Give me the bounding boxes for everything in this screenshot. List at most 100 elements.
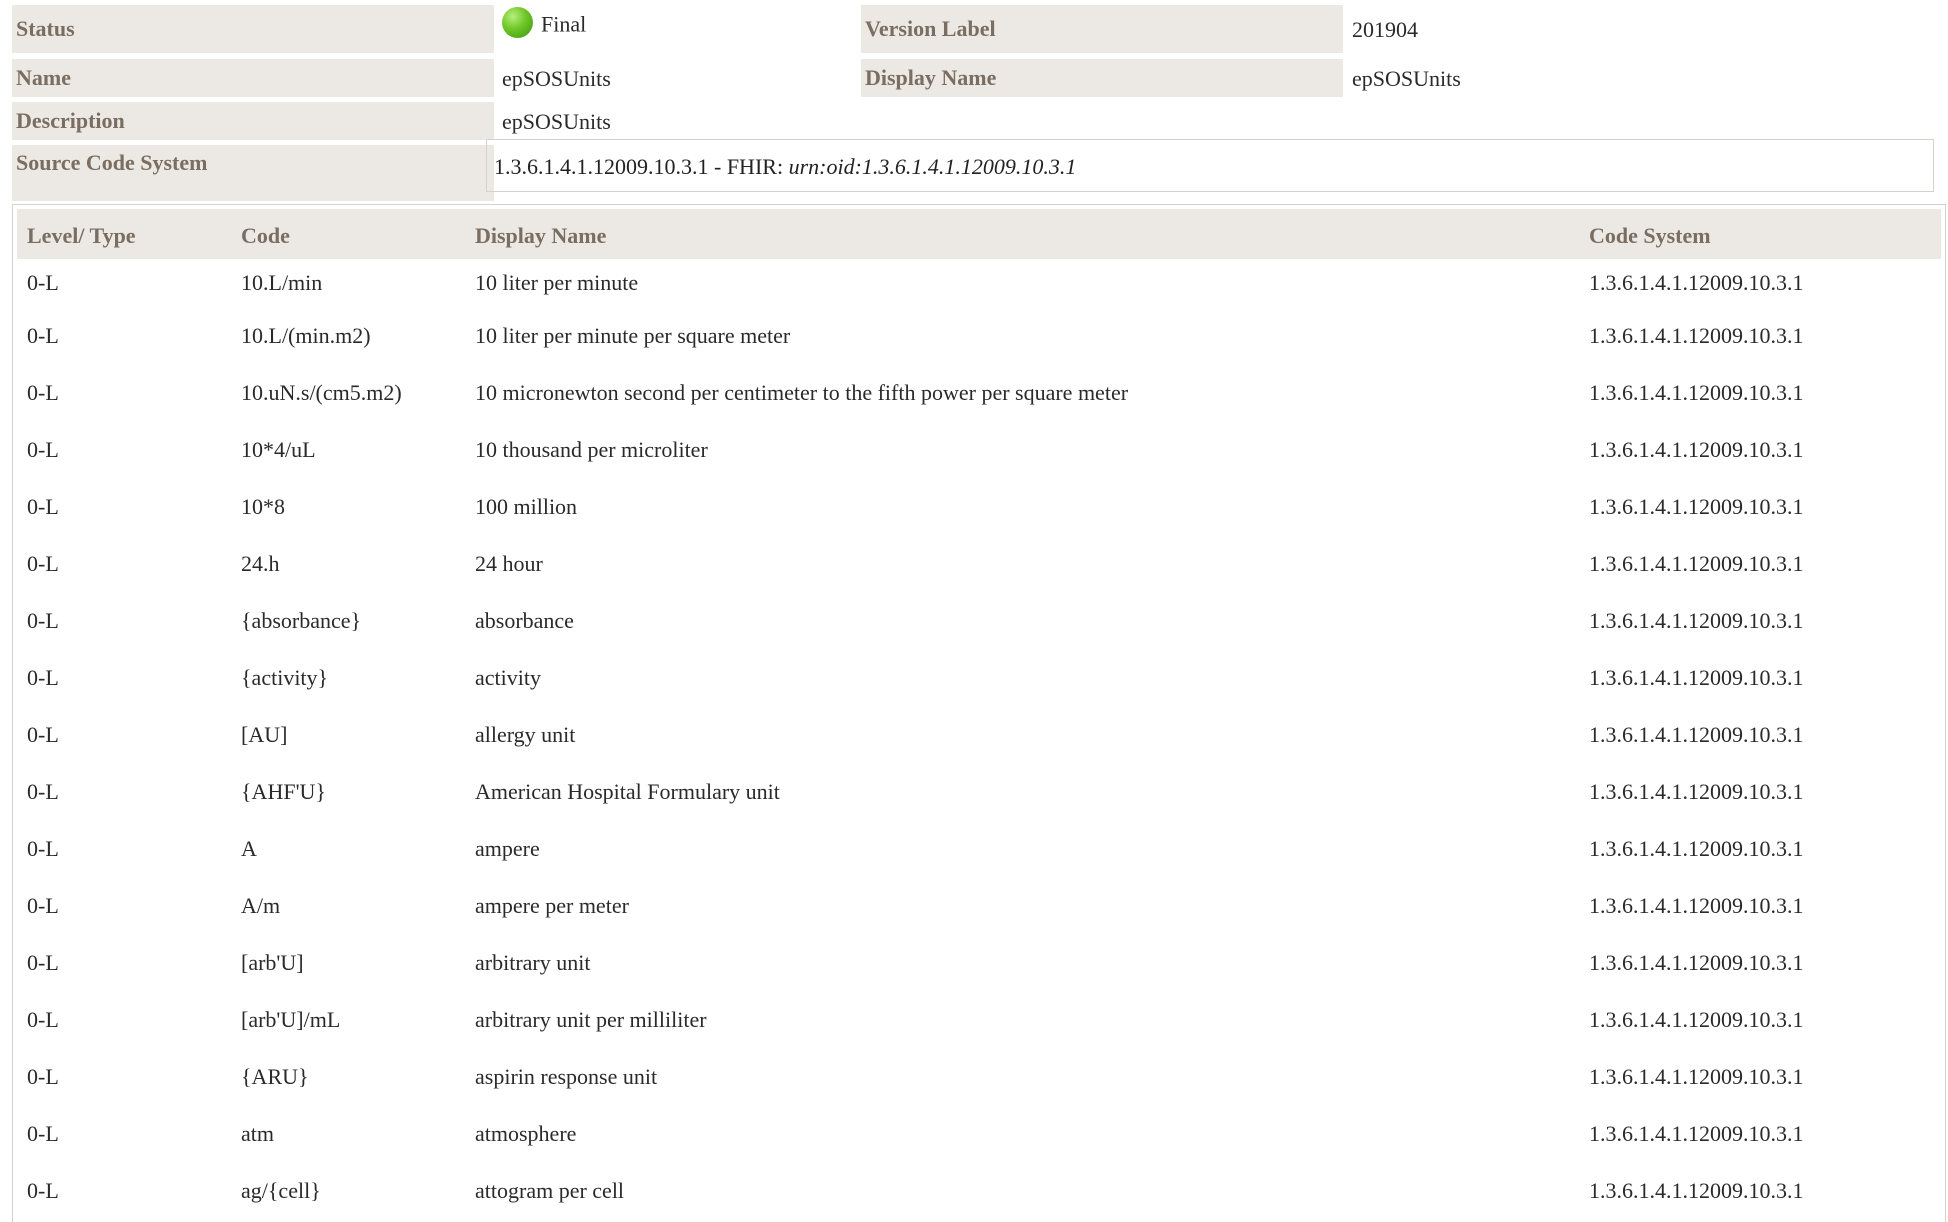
cell-code-system: 1.3.6.1.4.1.12009.10.3.1 <box>1589 607 1804 633</box>
cell-level-type: 0-L <box>27 835 59 861</box>
header-code-system[interactable]: Code System <box>1579 209 1941 259</box>
header-code[interactable]: Code <box>231 209 465 259</box>
status-value-cell: Final <box>502 7 587 42</box>
status-value: Final <box>541 11 587 37</box>
cell-code-system: 1.3.6.1.4.1.12009.10.3.1 <box>1589 1120 1804 1146</box>
table-row[interactable]: 0-L atm atmosphere 1.3.6.1.4.1.12009.10.3.1 <box>17 1105 1941 1162</box>
cell-code-system: 1.3.6.1.4.1.12009.10.3.1 <box>1589 835 1804 861</box>
source-fhir-urn: urn:oid:1.3.6.1.4.1.12009.10.3.1 <box>788 154 1077 179</box>
cell-display-name: 100 million <box>475 493 578 519</box>
table-row[interactable]: 0-L 10.uN.s/(cm5.m2) 10 micronewton second… <box>17 364 1941 421</box>
cell-display-name: 10 liter per minute <box>475 270 639 295</box>
cell-level-type: 0-L <box>27 493 59 519</box>
table-body: 0-L 10.L/min 10 liter per minute 1.3.6.1.4.… <box>17 259 1941 1219</box>
status-final-icon <box>502 7 533 38</box>
cell-code: 10.L/(min.m2) <box>241 322 371 348</box>
cell-level-type: 0-L <box>27 664 59 690</box>
name-label: Name <box>12 59 494 97</box>
meta-row-status: Status Final Version Label 201904 <box>12 5 1946 53</box>
cell-code-system: 1.3.6.1.4.1.12009.10.3.1 <box>1589 892 1804 918</box>
table-row[interactable]: 0-L 10.L/(min.m2) 10 liter per minute per … <box>17 307 1941 364</box>
cell-level-type: 0-L <box>27 550 59 576</box>
cell-code-system: 1.3.6.1.4.1.12009.10.3.1 <box>1589 664 1804 690</box>
cell-code-system: 1.3.6.1.4.1.12009.10.3.1 <box>1589 1177 1804 1203</box>
cell-level-type: 0-L <box>27 1120 59 1146</box>
cell-code: 10.L/min <box>241 270 323 295</box>
cell-display-name: activity <box>475 664 541 690</box>
cell-code: {AHF'U} <box>241 778 326 804</box>
header-display-name[interactable]: Display Name <box>465 209 1579 259</box>
cell-code: A <box>241 835 257 861</box>
cell-code-system: 1.3.6.1.4.1.12009.10.3.1 <box>1589 379 1804 405</box>
table-row[interactable]: 0-L Aampere 1.3.6.1.4.1.12009.10.3.1 <box>17 820 1941 877</box>
table-header-row: Level/ Type Code Display Name Code Syste… <box>17 209 1941 259</box>
table-row[interactable]: 0-L 10.L/min 10 liter per minute 1.3.6.1.4.… <box>17 259 1941 307</box>
cell-code-system: 1.3.6.1.4.1.12009.10.3.1 <box>1589 270 1804 295</box>
cell-code: 10*8 <box>241 493 285 519</box>
cell-display-name: 10 liter per minute per square meter <box>475 322 791 348</box>
cell-code: ag/{cell} <box>241 1177 321 1203</box>
cell-code: [AU] <box>241 721 288 747</box>
table-row[interactable]: 0-L 24.h 24 hour 1.3.6.1.4.1.12009.10.3.1 <box>17 535 1941 592</box>
table-row[interactable]: 0-L [arb'U] arbitrary unit 1.3.6.1.4.1.1200… <box>17 934 1941 991</box>
cell-level-type: 0-L <box>27 1063 59 1089</box>
cell-display-name: 24 hour <box>475 550 543 576</box>
cell-display-name: absorbance <box>475 607 574 633</box>
table-row[interactable]: 0-L {ARU} aspirin response unit 1.3.6.1.4.1… <box>17 1048 1941 1105</box>
table-row[interactable]: 0-L ag/{cell} attogram per cell 1.3.6.1.4.1… <box>17 1162 1941 1219</box>
table-row[interactable]: 0-L [arb'U]/mL arbitrary unit per millilit… <box>17 991 1941 1048</box>
table-row[interactable]: 0-L {absorbance} absorbance 1.3.6.1.4.1.120… <box>17 592 1941 649</box>
cell-display-name: 10 micronewton second per centimeter to … <box>475 379 1129 405</box>
description-label: Description <box>12 102 494 140</box>
cell-code: {activity} <box>241 664 329 690</box>
table-row[interactable]: 0-L 10*8 100 million 1.3.6.1.4.1.12009.10.3… <box>17 478 1941 535</box>
cell-level-type: 0-L <box>27 607 59 633</box>
description-value: epSOSUnits <box>502 109 611 134</box>
status-label: Status <box>12 5 494 53</box>
meta-row-description: Description epSOSUnits <box>12 102 1946 140</box>
cell-display-name: attogram per cell <box>475 1177 625 1203</box>
cell-code-system: 1.3.6.1.4.1.12009.10.3.1 <box>1589 1063 1804 1089</box>
cell-level-type: 0-L <box>27 379 59 405</box>
cell-code-system: 1.3.6.1.4.1.12009.10.3.1 <box>1589 550 1804 576</box>
cell-display-name: ampere per meter <box>475 892 629 918</box>
cell-code-system: 1.3.6.1.4.1.12009.10.3.1 <box>1589 778 1804 804</box>
cell-display-name: allergy unit <box>475 721 576 747</box>
cell-code: 10.uN.s/(cm5.m2) <box>241 379 402 405</box>
source-label: Source Code System <box>12 145 494 201</box>
cell-display-name: arbitrary unit per milliliter <box>475 1006 707 1032</box>
cell-display-name: ampere <box>475 835 540 861</box>
cell-code-system: 1.3.6.1.4.1.12009.10.3.1 <box>1589 949 1804 975</box>
cell-code: [arb'U]/mL <box>241 1006 341 1032</box>
cell-level-type: 0-L <box>27 1177 59 1203</box>
cell-code-system: 1.3.6.1.4.1.12009.10.3.1 <box>1589 436 1804 462</box>
cell-display-name: aspirin response unit <box>475 1063 658 1089</box>
table-row[interactable]: 0-L A/m ampere per meter 1.3.6.1.4.1.12009.… <box>17 877 1941 934</box>
cell-level-type: 0-L <box>27 949 59 975</box>
version-label: Version Label <box>861 5 1343 53</box>
cell-display-name: atmosphere <box>475 1120 577 1146</box>
header-level-type[interactable]: Level/ Type <box>17 209 231 259</box>
cell-code: 10*4/uL <box>241 436 316 462</box>
source-code-system-value: 1.3.6.1.4.1.12009.10.3.1 - FHIR: urn:oid… <box>486 139 1934 192</box>
table-row[interactable]: 0-L [AU] allergy unit 1.3.6.1.4.1.12009.10.… <box>17 706 1941 763</box>
cell-level-type: 0-L <box>27 270 59 295</box>
cell-code-system: 1.3.6.1.4.1.12009.10.3.1 <box>1589 493 1804 519</box>
cell-code: [arb'U] <box>241 949 304 975</box>
table-row[interactable]: 0-L {activity} activity 1.3.6.1.4.1.12009.1… <box>17 649 1941 706</box>
cell-level-type: 0-L <box>27 322 59 348</box>
concept-table-container: Level/ Type Code Display Name Code Syste… <box>12 204 1946 1222</box>
cell-display-name: American Hospital Formulary unit <box>475 778 780 804</box>
cell-code: {absorbance} <box>241 607 362 633</box>
cell-code: {ARU} <box>241 1063 309 1089</box>
cell-level-type: 0-L <box>27 721 59 747</box>
cell-code-system: 1.3.6.1.4.1.12009.10.3.1 <box>1589 322 1804 348</box>
display-name-value: epSOSUnits <box>1352 66 1461 91</box>
display-name-label: Display Name <box>861 59 1343 97</box>
cell-code-system: 1.3.6.1.4.1.12009.10.3.1 <box>1589 1006 1804 1032</box>
table-row[interactable]: 0-L 10*4/uL 10 thousand per microliter 1.3.… <box>17 421 1941 478</box>
cell-code: 24.h <box>241 550 280 576</box>
concept-table: Level/ Type Code Display Name Code Syste… <box>17 209 1941 1219</box>
table-row[interactable]: 0-L {AHF'U} American Hospital Formulary un… <box>17 763 1941 820</box>
cell-level-type: 0-L <box>27 436 59 462</box>
